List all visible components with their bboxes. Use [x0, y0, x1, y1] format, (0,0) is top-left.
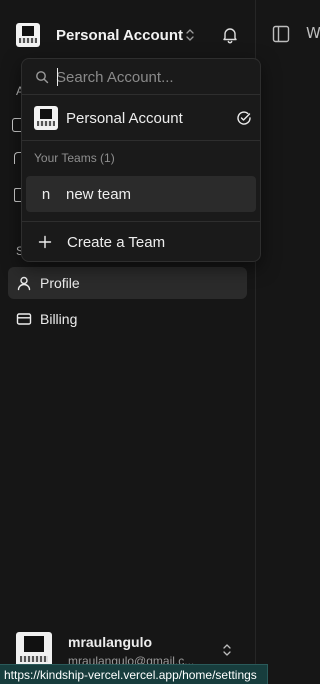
- dropdown-item-personal-account[interactable]: Personal Account: [26, 101, 256, 135]
- search-icon: [36, 71, 49, 84]
- account-search: [22, 59, 260, 95]
- create-team-label: Create a Team: [67, 233, 166, 251]
- status-bar-url: https://kindship-vercel.vercel.app/home/…: [0, 664, 268, 684]
- account-switcher[interactable]: Personal Account: [16, 20, 246, 50]
- dropdown-item-label: Personal Account: [66, 109, 183, 127]
- chevron-up-down-icon[interactable]: [184, 27, 196, 43]
- account-search-input[interactable]: [56, 67, 252, 87]
- nav-item-label: Profile: [40, 275, 80, 291]
- plus-icon: [38, 235, 52, 249]
- divider: [22, 140, 260, 141]
- bell-icon[interactable]: [220, 25, 240, 45]
- nav-item-profile[interactable]: Profile: [8, 267, 247, 299]
- user-avatar: [16, 632, 52, 668]
- account-dropdown: Personal Account Your Teams (1) n new te…: [21, 58, 261, 262]
- teams-group-label: Your Teams (1): [34, 151, 115, 165]
- panel-left-icon[interactable]: [271, 24, 291, 44]
- text-caret: [57, 68, 58, 86]
- account-avatar: [34, 106, 58, 130]
- check-circle-icon: [237, 111, 251, 125]
- main-content: W: [257, 0, 320, 684]
- chevron-up-down-icon[interactable]: [221, 642, 233, 658]
- dropdown-item-team[interactable]: n new team: [26, 176, 256, 212]
- team-initial: n: [41, 185, 51, 203]
- divider: [22, 221, 260, 222]
- nav-item-billing[interactable]: Billing: [8, 303, 247, 335]
- account-name: Personal Account: [56, 26, 183, 44]
- user-name: mraulangulo: [68, 634, 153, 650]
- team-name: new team: [66, 185, 132, 203]
- create-team-button[interactable]: Create a Team: [26, 227, 256, 257]
- page-title-partial: W: [306, 24, 320, 42]
- account-avatar: [16, 23, 40, 47]
- credit-card-icon: [16, 313, 32, 325]
- user-icon: [17, 276, 31, 291]
- nav-item-label: Billing: [40, 311, 78, 327]
